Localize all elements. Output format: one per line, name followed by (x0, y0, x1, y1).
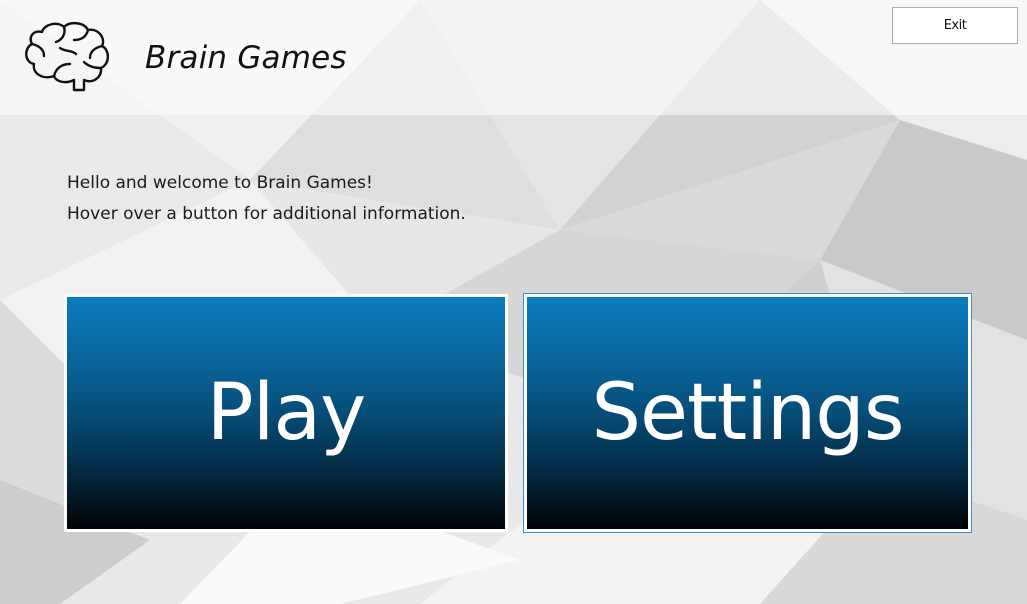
app-title: Brain Games (145, 40, 347, 76)
settings-button[interactable]: Settings (523, 293, 972, 533)
welcome-message: Hello and welcome to Brain Games! Hover … (67, 168, 466, 230)
play-button[interactable]: Play (64, 294, 508, 532)
brain-icon (25, 22, 110, 92)
welcome-line-2: Hover over a button for additional infor… (67, 204, 466, 224)
exit-button[interactable]: Exit (892, 7, 1018, 44)
welcome-line-1: Hello and welcome to Brain Games! (67, 173, 373, 193)
